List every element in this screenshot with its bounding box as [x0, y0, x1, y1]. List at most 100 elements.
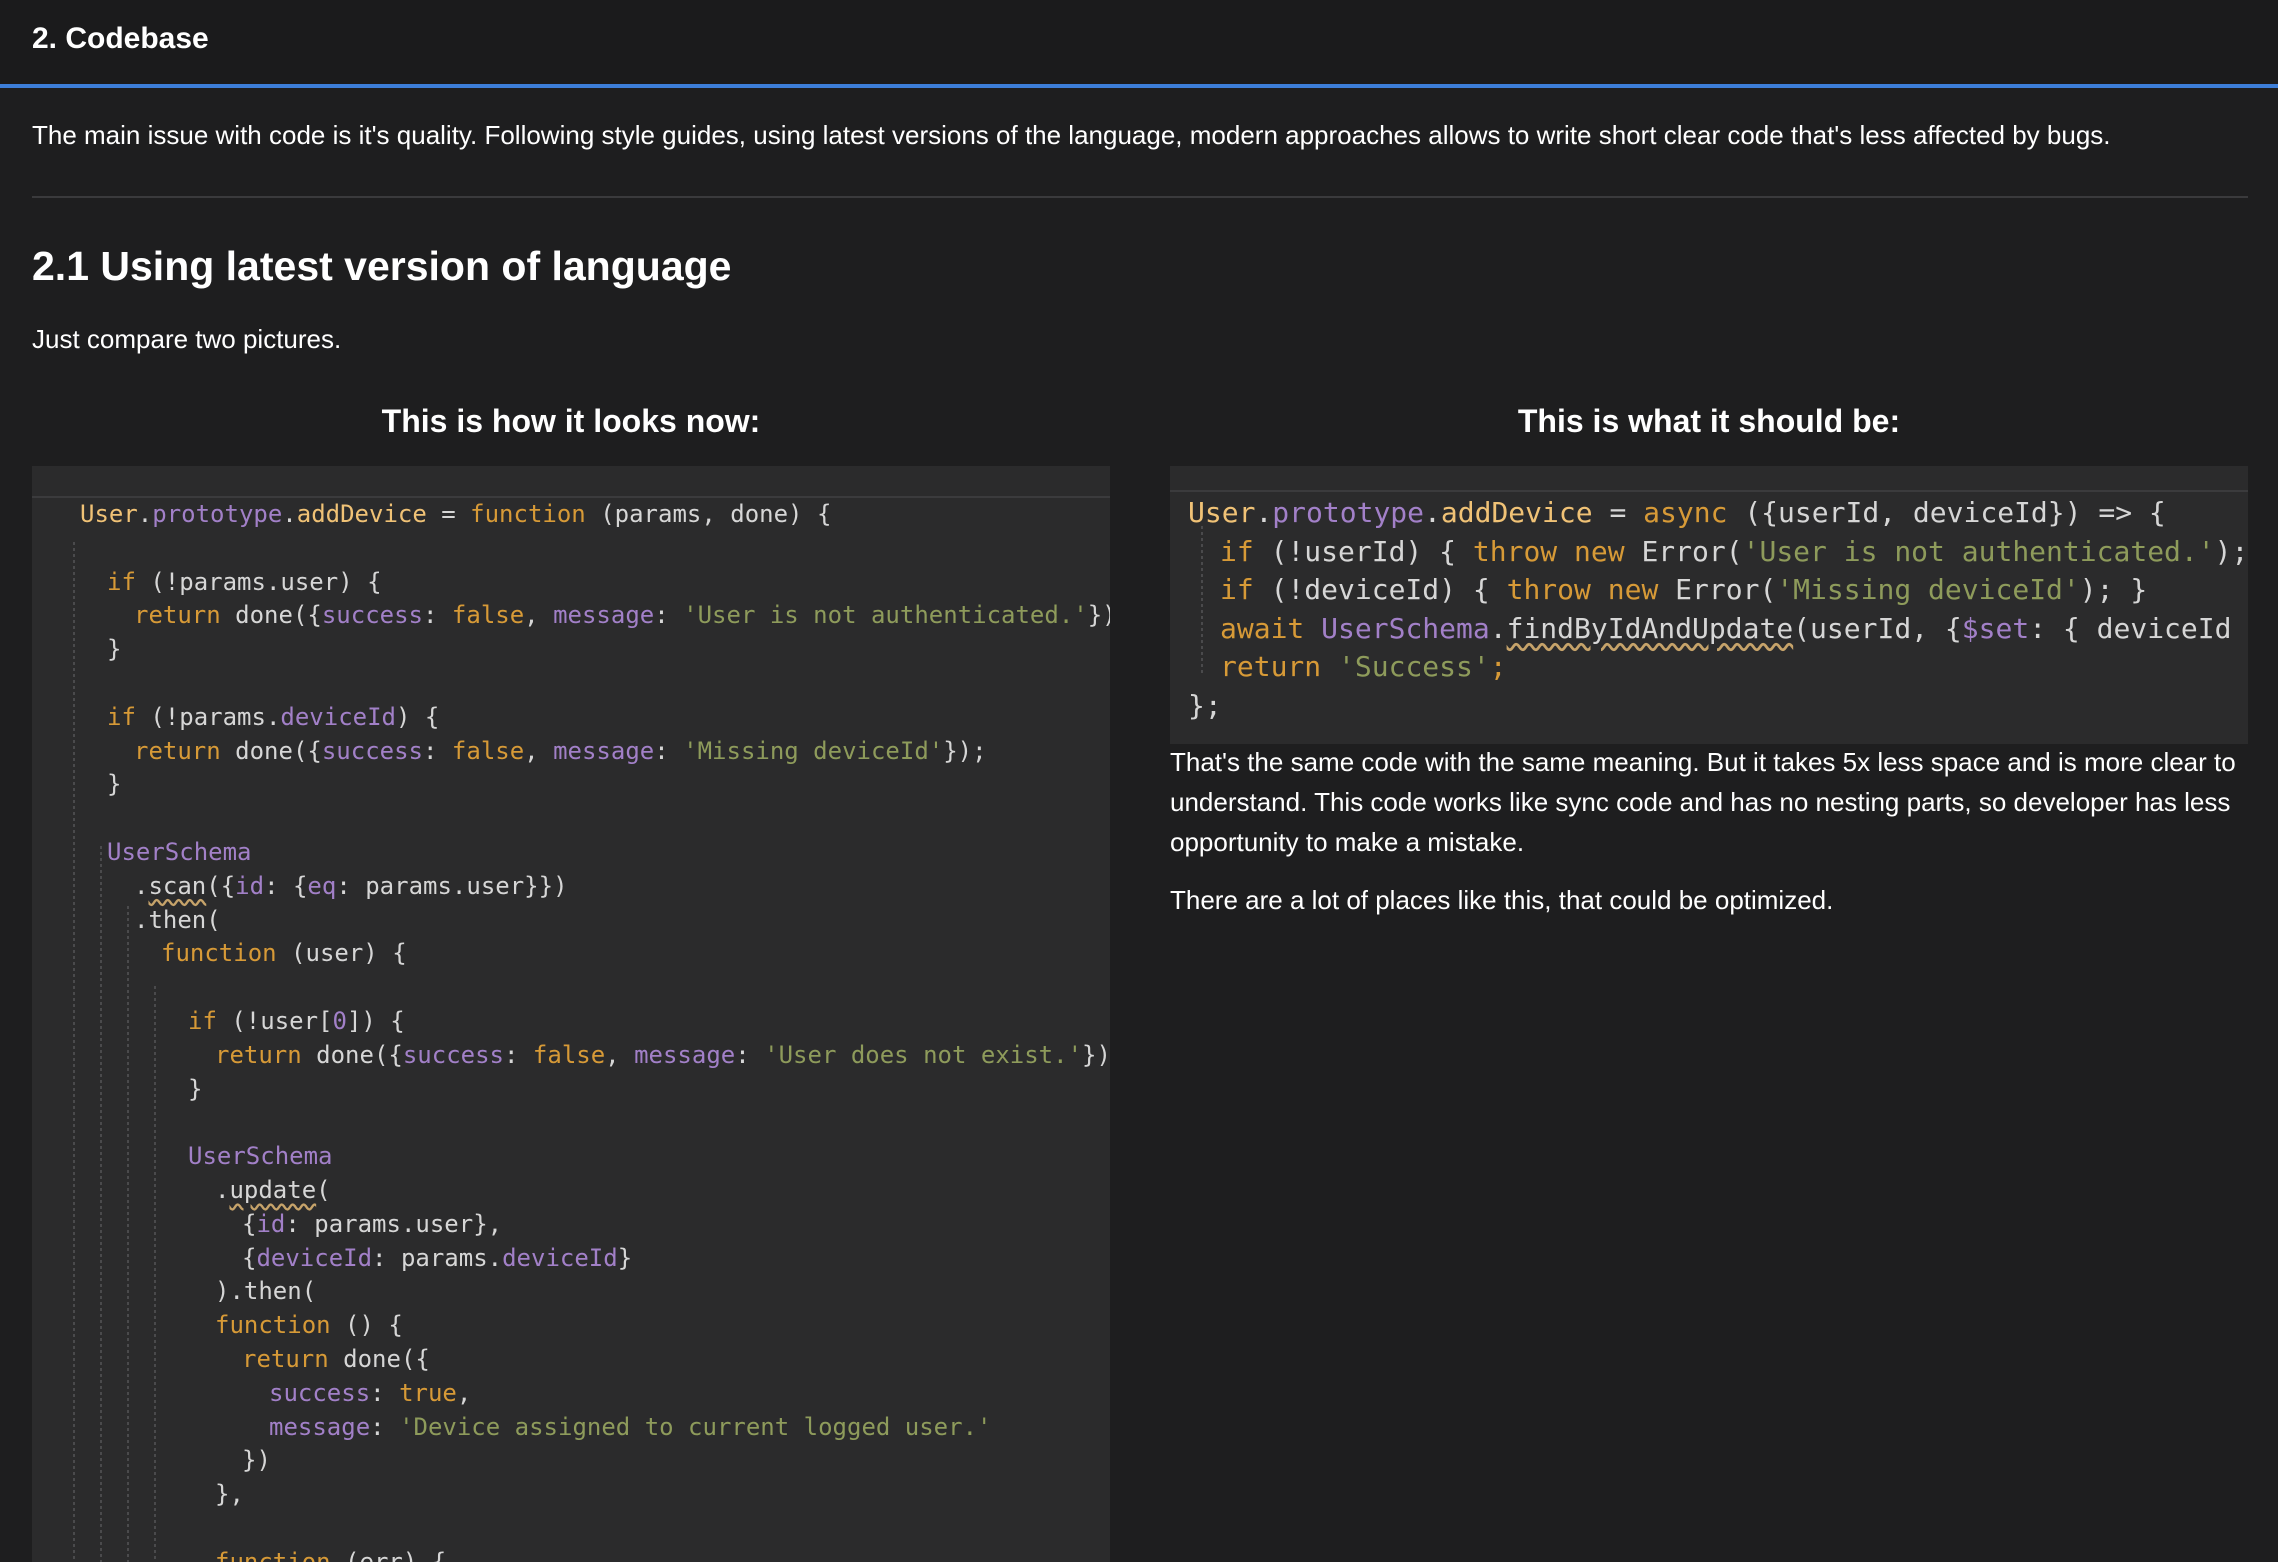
code-token: ); } — [2214, 534, 2248, 568]
code-line: } — [107, 770, 121, 798]
code-token: function — [161, 939, 277, 968]
code-token: : — [654, 736, 684, 765]
code-token: } — [107, 635, 122, 664]
code-token: (params, done) { — [585, 500, 832, 528]
code-token: (!params.user) { — [135, 567, 382, 596]
code-token: UserSchema — [188, 1142, 333, 1171]
code-token: eq — [307, 871, 337, 900]
section-title: 2. Codebase — [32, 22, 209, 55]
code-token: done({ — [220, 601, 322, 630]
code-line: if (!params.deviceId) { — [107, 703, 439, 731]
divider — [32, 196, 2248, 198]
code-token: if — [107, 567, 136, 596]
code-token: User — [80, 500, 138, 528]
code-line: if (!deviceId) { throw new Error('Missin… — [1220, 573, 2147, 606]
code-token: addDevice — [1440, 496, 1593, 529]
code-line: return done({success: false, message: 'M… — [134, 737, 987, 765]
code-token: if — [107, 702, 136, 731]
code-token: User — [1188, 496, 1256, 529]
code-token: , — [524, 736, 554, 765]
code-line: success: true, — [269, 1379, 471, 1407]
code-token: . — [1489, 611, 1507, 645]
code-line: } — [107, 635, 121, 663]
code-token: 'User does not exist.' — [764, 1040, 1083, 1069]
code-token: deviceId — [502, 1243, 618, 1272]
code-token: { — [242, 1243, 257, 1272]
code-token: success — [269, 1378, 371, 1407]
code-token: } — [107, 770, 122, 799]
code-token: ).then( — [215, 1277, 317, 1306]
code-token: 'Device assigned to current logged user.… — [399, 1412, 992, 1441]
code-token: { — [242, 1209, 257, 1238]
code-line: function () { — [215, 1311, 403, 1339]
indent-guide — [1201, 526, 1203, 676]
code-token: scan — [148, 871, 207, 900]
code-token: findByIdAndUpdate — [1506, 611, 1794, 645]
code-token: done({ — [328, 1345, 430, 1373]
code-token: , — [524, 601, 554, 630]
code-line: UserSchema — [188, 1142, 333, 1170]
left-column-heading: This is how it looks now: — [381, 403, 761, 439]
code-line: .update( — [215, 1176, 331, 1204]
code-token: }); — [943, 736, 987, 765]
summary-paragraph: There are a lot of places like this, tha… — [1170, 885, 1834, 915]
code-token: success — [321, 601, 424, 630]
code-token: = — [426, 500, 471, 528]
code-token: done({ — [220, 736, 322, 765]
subsection-heading: 2.1 Using latest version of language — [32, 243, 732, 289]
code-token: prototype — [1272, 496, 1425, 529]
code-token: 'User is not authenticated.' — [1742, 534, 2215, 568]
code-line: return 'Success'; — [1220, 650, 1507, 683]
code-line: await UserSchema.findByIdAndUpdate(userI… — [1220, 612, 2248, 645]
code-top-rule — [1170, 490, 2248, 492]
code-token: : — [423, 601, 452, 630]
code-line: }) — [242, 1446, 271, 1474]
code-token: }) — [242, 1446, 271, 1475]
code-token: addDevice — [296, 500, 427, 528]
code-token: , — [456, 1378, 472, 1407]
indent-guide — [154, 986, 156, 1562]
code-line: } — [188, 1075, 202, 1103]
code-token: function — [215, 1547, 331, 1562]
code-token: (!user[ — [216, 1007, 333, 1035]
code-token: update — [229, 1176, 317, 1204]
code-token: ({userId, deviceId}) => { — [1727, 496, 2166, 529]
code-token: ) { — [396, 702, 440, 731]
code-line: UserSchema — [107, 838, 252, 866]
code-token: id — [235, 871, 265, 900]
code-token: false — [451, 601, 525, 630]
code-token: . — [282, 500, 297, 528]
code-token: async — [1643, 496, 1728, 529]
code-token: false — [451, 736, 525, 765]
code-token: done({ — [301, 1040, 403, 1069]
code-token: : — [735, 1040, 765, 1069]
code-token: deviceId — [256, 1243, 373, 1272]
code-token: return — [134, 601, 221, 630]
code-token: true — [399, 1378, 457, 1407]
code-token: function — [215, 1311, 331, 1340]
code-line: User.prototype.addDevice = function (par… — [80, 500, 831, 528]
right-column-heading: This is what it should be: — [1517, 403, 1901, 439]
code-token: message — [269, 1412, 371, 1441]
code-token: if — [1220, 573, 1254, 606]
code-token: (user) { — [276, 939, 407, 968]
code-token: . — [134, 871, 149, 900]
code-token: (!deviceId) { — [1253, 573, 1507, 606]
code-token: if — [188, 1007, 217, 1035]
code-token: message — [553, 736, 655, 765]
code-line: }; — [1188, 689, 1222, 722]
code-token: : { deviceId }}); — [2029, 611, 2232, 645]
code-line: function (user) { — [161, 939, 407, 967]
code-token: }); — [1082, 1040, 1110, 1069]
code-token: : — [504, 1040, 533, 1069]
code-line: message: 'Device assigned to current log… — [269, 1413, 991, 1441]
subsection-subtitle: Just compare two pictures. — [32, 324, 342, 354]
code-token: ; — [1489, 650, 1507, 683]
code-token: success — [402, 1040, 505, 1069]
code-token: (!params. — [135, 702, 281, 731]
explanation-paragraph: That's the same code with the same meani… — [1170, 747, 2236, 857]
section-header-bar: 2. Codebase — [0, 0, 2278, 88]
code-token: : — [370, 1412, 400, 1441]
new-code-screenshot: User.prototype.addDevice = async ({userI… — [1170, 466, 2248, 744]
